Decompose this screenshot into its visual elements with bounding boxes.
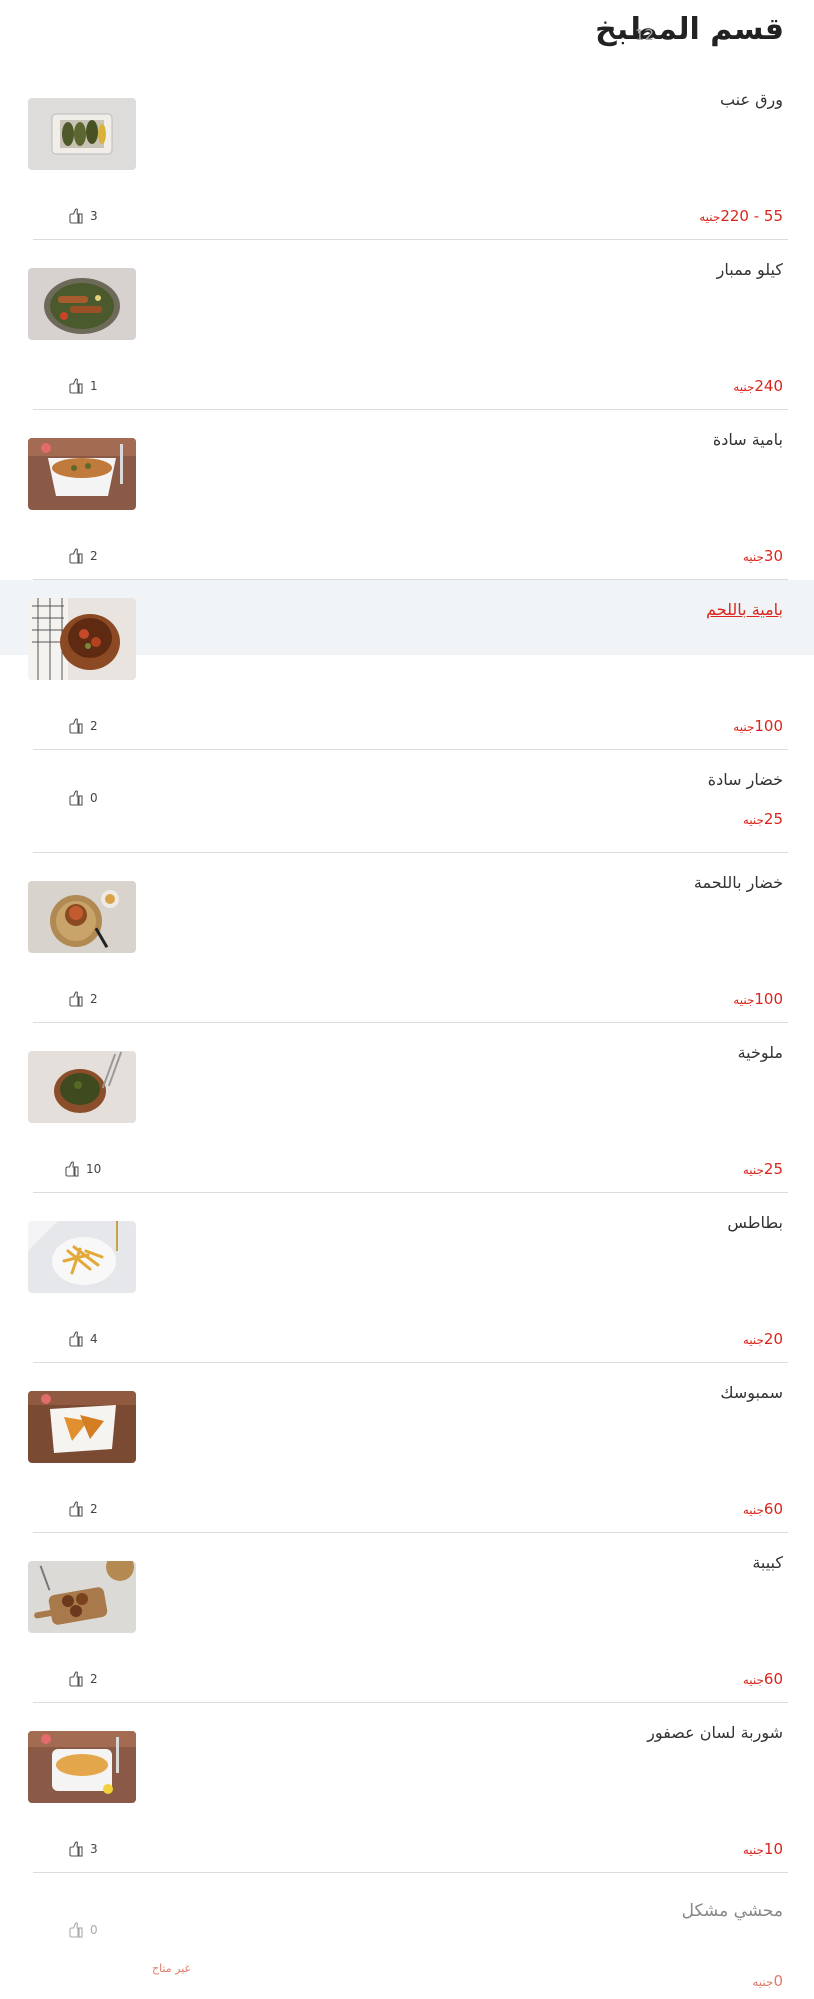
- like-count: 3: [90, 1842, 98, 1856]
- item-price: 100جنيه: [733, 990, 783, 1008]
- like-button[interactable]: 2: [68, 1670, 98, 1688]
- thumbs-up-icon: [69, 1671, 83, 1687]
- like-count: 10: [86, 1162, 102, 1176]
- like-button[interactable]: 3: [68, 207, 98, 225]
- menu-item[interactable]: خضار سادة 25جنيه 0: [0, 750, 814, 853]
- menu-item[interactable]: بامية باللحم 100جنيه 2: [0, 580, 814, 750]
- thumbs-up-icon: [69, 1841, 83, 1857]
- item-image-stuffed-grape-leaves[interactable]: [28, 98, 136, 170]
- like-button[interactable]: 0: [68, 1921, 98, 1939]
- item-image-kobeiba-board[interactable]: [28, 1561, 136, 1633]
- item-price: 25جنيه: [742, 810, 783, 828]
- item-price: 10جنيه: [742, 1840, 783, 1858]
- item-name[interactable]: كيلو ممبار: [717, 260, 783, 279]
- item-name[interactable]: كبيبة: [752, 1553, 783, 1572]
- item-price: 100جنيه: [733, 717, 783, 735]
- like-button[interactable]: 2: [68, 717, 98, 735]
- like-count: 2: [90, 1672, 98, 1686]
- like-count: 0: [90, 791, 98, 805]
- thumbs-up-icon: [69, 378, 83, 394]
- like-button[interactable]: 1: [68, 377, 98, 395]
- item-price: 60جنيه: [742, 1500, 783, 1518]
- like-count: 2: [90, 1502, 98, 1516]
- item-price: 0جنيه: [752, 1972, 783, 1990]
- item-name[interactable]: محشي مشكل: [682, 1901, 783, 1921]
- like-count: 4: [90, 1332, 98, 1346]
- item-count: 12: [634, 26, 654, 44]
- item-image-molokhia-pot[interactable]: [28, 1051, 136, 1123]
- like-count: 1: [90, 379, 98, 393]
- menu-item[interactable]: ورق عنب 55 - 220جنيه 3: [0, 70, 814, 240]
- thumbs-up-icon: [65, 1161, 79, 1177]
- thumbs-up-icon: [69, 208, 83, 224]
- item-price: 60جنيه: [742, 1670, 783, 1688]
- item-price: 20جنيه: [742, 1330, 783, 1348]
- like-count: 0: [90, 1923, 98, 1937]
- item-image-sambousek-plate[interactable]: [28, 1391, 136, 1463]
- item-name[interactable]: ملوخية: [738, 1043, 783, 1062]
- like-button[interactable]: 2: [68, 990, 98, 1008]
- thumbs-up-icon: [69, 548, 83, 564]
- item-name[interactable]: بامية باللحم: [706, 600, 783, 619]
- item-name[interactable]: ورق عنب: [720, 90, 783, 109]
- menu-item[interactable]: بامية سادة 30جنيه 2: [0, 410, 814, 580]
- item-name[interactable]: خضار باللحمة: [694, 873, 783, 892]
- thumbs-up-icon: [69, 1331, 83, 1347]
- thumbs-up-icon: [69, 991, 83, 1007]
- like-button[interactable]: 2: [68, 547, 98, 565]
- item-image-mombar-plate[interactable]: [28, 268, 136, 340]
- item-name[interactable]: بطاطس: [727, 1213, 783, 1232]
- menu-item[interactable]: كبيبة 60جنيه 2: [0, 1533, 814, 1703]
- item-image-vegetables-meat-pot[interactable]: [28, 881, 136, 953]
- item-name[interactable]: سمبوسك: [720, 1383, 783, 1402]
- item-image-fries-plate[interactable]: [28, 1221, 136, 1293]
- thumbs-up-icon: [69, 790, 83, 806]
- item-image-okra-bowl[interactable]: [28, 438, 136, 510]
- section-header: قسم المطبخ 12: [0, 0, 814, 70]
- page-title: قسم المطبخ: [595, 12, 784, 47]
- item-name[interactable]: بامية سادة: [713, 430, 783, 449]
- like-button[interactable]: 4: [68, 1330, 98, 1348]
- menu-item[interactable]: محشي مشكل 0جنيه 0 غير متاح: [0, 1873, 814, 1999]
- item-name[interactable]: شوربة لسان عصفور: [647, 1723, 783, 1742]
- item-image-okra-meat-clay-pot[interactable]: [28, 598, 136, 680]
- unavailable-badge: غير متاح: [152, 1962, 191, 1975]
- item-price: 25جنيه: [742, 1160, 783, 1178]
- like-count: 2: [90, 992, 98, 1006]
- thumbs-up-icon: [69, 718, 83, 734]
- thumbs-up-icon: [69, 1922, 83, 1938]
- like-button[interactable]: 3: [68, 1840, 98, 1858]
- menu-item[interactable]: سمبوسك 60جنيه 2: [0, 1363, 814, 1533]
- item-image-orzo-soup-bowl[interactable]: [28, 1731, 136, 1803]
- item-price: 30جنيه: [742, 547, 783, 565]
- menu-item[interactable]: كيلو ممبار 240جنيه 1: [0, 240, 814, 410]
- menu-item[interactable]: بطاطس 20جنيه 4: [0, 1193, 814, 1363]
- like-button[interactable]: 2: [68, 1500, 98, 1518]
- item-name[interactable]: خضار سادة: [708, 770, 783, 789]
- like-button[interactable]: 0: [68, 789, 98, 807]
- like-count: 2: [90, 549, 98, 563]
- like-count: 2: [90, 719, 98, 733]
- item-price: 240جنيه: [733, 377, 783, 395]
- menu-item[interactable]: ملوخية 25جنيه 10: [0, 1023, 814, 1193]
- like-count: 3: [90, 209, 98, 223]
- item-price: 55 - 220جنيه: [699, 207, 783, 225]
- menu-item[interactable]: خضار باللحمة 100جنيه 2: [0, 853, 814, 1023]
- like-button[interactable]: 10: [64, 1160, 101, 1178]
- menu-item[interactable]: شوربة لسان عصفور 10جنيه 3: [0, 1703, 814, 1873]
- thumbs-up-icon: [69, 1501, 83, 1517]
